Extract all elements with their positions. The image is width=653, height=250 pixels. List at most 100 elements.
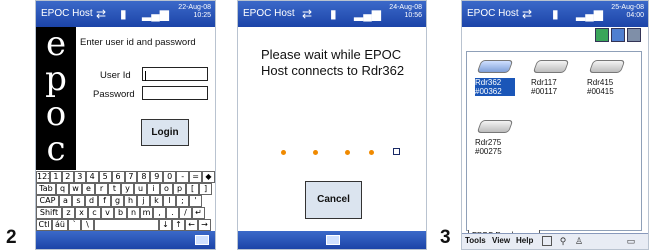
arrow-right-key[interactable]: →: [198, 219, 211, 231]
key[interactable]: d: [85, 195, 98, 207]
key[interactable]: 7: [124, 171, 138, 183]
key[interactable]: x: [75, 207, 88, 219]
key[interactable]: k: [150, 195, 163, 207]
reader-item[interactable]: Rdr415 #00415: [587, 60, 627, 96]
key[interactable]: t: [108, 183, 121, 195]
key[interactable]: b: [114, 207, 127, 219]
key[interactable]: r: [95, 183, 108, 195]
password-field[interactable]: [142, 86, 208, 100]
soft-keyboard: 123 1 2 3 4 5 6 7 8 9 0 - = ◆ Tab q w e …: [36, 171, 215, 231]
battery-icon[interactable]: ▮: [330, 7, 337, 21]
keyboard-icon[interactable]: [195, 235, 209, 245]
key[interactable]: c: [88, 207, 101, 219]
login-button[interactable]: Login: [141, 119, 189, 146]
menu-help[interactable]: Help: [516, 236, 533, 245]
key[interactable]: ]: [199, 183, 212, 195]
key[interactable]: o: [160, 183, 173, 195]
search-icon[interactable]: ⚲: [558, 236, 568, 246]
key[interactable]: `: [68, 219, 81, 231]
app-title[interactable]: EPOC Host: [243, 8, 295, 19]
key[interactable]: u: [134, 183, 147, 195]
arrow-up-key[interactable]: ↑: [172, 219, 185, 231]
reader-item[interactable]: Rdr117 #00117: [531, 60, 571, 96]
user-icon[interactable]: ♙: [574, 236, 584, 246]
date-time[interactable]: 24-Aug-08 10:56: [389, 4, 422, 20]
signal-icon[interactable]: ▂▄▆: [354, 7, 381, 21]
user-id-field[interactable]: [142, 67, 208, 81]
app-title[interactable]: EPOC Host: [41, 8, 93, 19]
key[interactable]: ;: [176, 195, 189, 207]
menu-tools[interactable]: Tools: [465, 236, 486, 245]
key[interactable]: i: [147, 183, 160, 195]
reader-item[interactable]: Rdr275 #00275: [475, 120, 515, 156]
accent-key[interactable]: áü: [52, 219, 68, 231]
space-key[interactable]: [94, 219, 159, 231]
key[interactable]: 0: [163, 171, 177, 183]
reader-name: Rdr275: [475, 138, 502, 147]
key[interactable]: \: [81, 219, 94, 231]
cancel-button[interactable]: Cancel: [305, 181, 362, 219]
key[interactable]: .: [166, 207, 179, 219]
backspace-key[interactable]: ◆: [202, 171, 215, 183]
date-time[interactable]: 25-Aug-08 04:00: [611, 4, 644, 20]
battery-icon[interactable]: ▮: [120, 7, 127, 21]
key[interactable]: w: [69, 183, 82, 195]
sync-readers-icon[interactable]: [595, 28, 609, 42]
arrow-left-key[interactable]: ←: [185, 219, 198, 231]
battery-icon[interactable]: ▮: [552, 7, 559, 21]
date-time[interactable]: 22-Aug-08 10:25: [178, 4, 211, 20]
key[interactable]: ,: [153, 207, 166, 219]
key[interactable]: j: [137, 195, 150, 207]
key[interactable]: 123: [36, 171, 50, 183]
network-icon[interactable]: [611, 28, 625, 42]
arrow-down-key[interactable]: ↓: [159, 219, 172, 231]
wireless-icon[interactable]: [627, 28, 641, 42]
key[interactable]: -: [176, 171, 190, 183]
signal-icon[interactable]: ▂▄▆: [576, 7, 603, 21]
key[interactable]: 8: [137, 171, 151, 183]
key[interactable]: p: [173, 183, 186, 195]
key[interactable]: s: [72, 195, 85, 207]
key[interactable]: 3: [73, 171, 86, 183]
key[interactable]: q: [56, 183, 69, 195]
key[interactable]: y: [121, 183, 134, 195]
key[interactable]: z: [62, 207, 75, 219]
ctl-key[interactable]: Ctl: [36, 219, 52, 231]
key[interactable]: v: [101, 207, 114, 219]
key[interactable]: e: [82, 183, 95, 195]
key[interactable]: 1: [49, 171, 62, 183]
key[interactable]: h: [124, 195, 137, 207]
key[interactable]: [: [186, 183, 199, 195]
key[interactable]: 2: [61, 171, 74, 183]
key[interactable]: f: [98, 195, 111, 207]
input-panel-icon[interactable]: ▭: [626, 236, 636, 246]
key[interactable]: 9: [150, 171, 164, 183]
key[interactable]: /: [179, 207, 192, 219]
key[interactable]: 6: [111, 171, 125, 183]
connectivity-icon[interactable]: ⇄: [302, 7, 312, 21]
reader-name: Rdr362: [475, 78, 515, 87]
key[interactable]: a: [59, 195, 72, 207]
key[interactable]: ': [189, 195, 202, 207]
signal-icon[interactable]: ▂▄▆: [142, 7, 169, 21]
tab-key[interactable]: Tab: [36, 183, 56, 195]
menu-view[interactable]: View: [492, 236, 510, 245]
title-bar: EPOC Host ⇄ ▮ ▂▄▆ 24-Aug-08 10:56: [238, 1, 426, 27]
enter-key[interactable]: ↵: [192, 207, 205, 219]
caps-key[interactable]: CAP: [36, 195, 59, 207]
key[interactable]: l: [163, 195, 176, 207]
keyboard-icon[interactable]: [542, 236, 552, 246]
key[interactable]: 4: [85, 171, 99, 183]
key[interactable]: n: [127, 207, 140, 219]
connectivity-icon[interactable]: ⇄: [522, 7, 532, 21]
connectivity-icon[interactable]: ⇄: [96, 7, 106, 21]
shift-key[interactable]: Shift: [36, 207, 62, 219]
reader-item[interactable]: Rdr362 #00362: [475, 60, 515, 96]
time-text: 10:25: [193, 12, 211, 19]
app-title[interactable]: EPOC Host: [467, 8, 519, 19]
keyboard-icon[interactable]: [326, 235, 340, 245]
key[interactable]: m: [140, 207, 153, 219]
key[interactable]: =: [189, 171, 203, 183]
key[interactable]: g: [111, 195, 124, 207]
key[interactable]: 5: [98, 171, 112, 183]
